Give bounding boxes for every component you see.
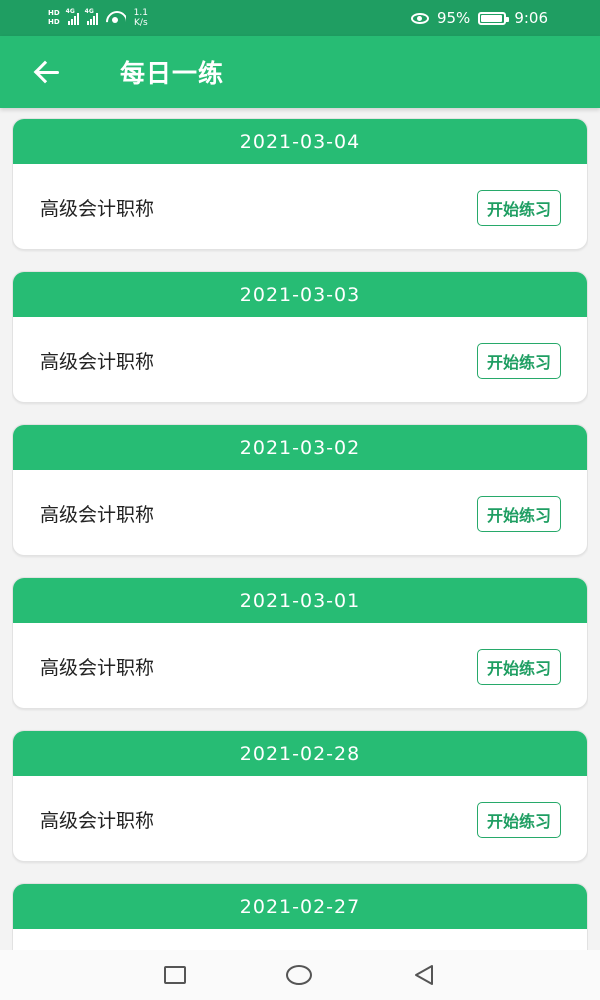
start-practice-button[interactable]: 开始练习 xyxy=(476,801,561,838)
page-title: 每日一练 xyxy=(120,59,225,88)
practice-card: 2021-03-02 高级会计职称 开始练习 xyxy=(12,424,588,556)
cell-signal-icon: 4G xyxy=(65,8,79,25)
card-date: 2021-03-03 xyxy=(13,272,587,317)
battery-percent: 95% xyxy=(436,9,471,27)
course-name: 高级会计职称 xyxy=(40,198,155,220)
network-type-1: 4G xyxy=(65,8,75,15)
practice-card: 2021-02-27 xyxy=(12,883,588,950)
card-date: 2021-03-01 xyxy=(13,578,587,623)
card-body: 高级会计职称 开始练习 xyxy=(13,164,587,249)
card-body: 高级会计职称 开始练习 xyxy=(13,317,587,402)
status-bar: HD HD 4G 4G 1.1 K/s 95% 9:06 xyxy=(0,0,600,36)
triangle-left-icon[interactable] xyxy=(412,963,436,987)
wifi-icon xyxy=(106,11,126,25)
practice-card: 2021-02-28 高级会计职称 开始练习 xyxy=(12,730,588,862)
arrow-left-icon[interactable] xyxy=(28,52,68,92)
hd-indicator: HD HD xyxy=(48,9,60,27)
start-practice-button[interactable]: 开始练习 xyxy=(476,189,561,226)
eye-comfort-icon xyxy=(410,12,429,24)
practice-card: 2021-03-01 高级会计职称 开始练习 xyxy=(12,577,588,709)
practice-list[interactable]: 2021-03-04 高级会计职称 开始练习 2021-03-03 高级会计职称 开始练习… xyxy=(12,118,588,950)
course-name: 高级会计职称 xyxy=(40,351,155,373)
speed-value: 1.1 xyxy=(133,8,148,18)
circle-icon[interactable] xyxy=(286,965,312,985)
battery-icon xyxy=(478,11,510,25)
card-body: 高级会计职称 开始练习 xyxy=(13,776,587,861)
cell-signal-icon-2: 4G xyxy=(84,8,98,25)
card-body: 高级会计职称 开始练习 xyxy=(13,470,587,555)
start-practice-button[interactable]: 开始练习 xyxy=(476,342,561,379)
start-practice-button[interactable]: 开始练习 xyxy=(476,495,561,532)
course-name: 高级会计职称 xyxy=(40,657,155,679)
system-nav-bar xyxy=(0,950,600,1000)
start-practice-button[interactable]: 开始练习 xyxy=(476,648,561,685)
network-speed: 1.1 K/s xyxy=(134,8,148,28)
card-body xyxy=(13,929,587,950)
card-date: 2021-02-28 xyxy=(13,731,587,776)
practice-card: 2021-03-03 高级会计职称 开始练习 xyxy=(12,271,588,403)
course-name: 高级会计职称 xyxy=(40,810,155,832)
card-date: 2021-03-02 xyxy=(13,425,587,470)
speed-unit: K/s xyxy=(134,18,148,28)
network-type-2: 4G xyxy=(84,8,94,15)
card-date: 2021-02-27 xyxy=(13,884,587,929)
practice-card: 2021-03-04 高级会计职称 开始练习 xyxy=(12,118,588,250)
course-name: 高级会计职称 xyxy=(40,504,155,526)
clock: 9:06 xyxy=(514,9,548,27)
card-date: 2021-03-04 xyxy=(13,119,587,164)
status-left: HD HD 4G 4G 1.1 K/s xyxy=(48,8,148,28)
square-icon[interactable] xyxy=(164,966,186,984)
hd-label-2: HD xyxy=(48,18,60,26)
hd-label-1: HD xyxy=(48,9,60,17)
card-body: 高级会计职称 开始练习 xyxy=(13,623,587,708)
app-bar: 每日一练 xyxy=(0,36,600,108)
status-right: 95% 9:06 xyxy=(410,9,548,27)
battery-fill xyxy=(481,14,503,22)
